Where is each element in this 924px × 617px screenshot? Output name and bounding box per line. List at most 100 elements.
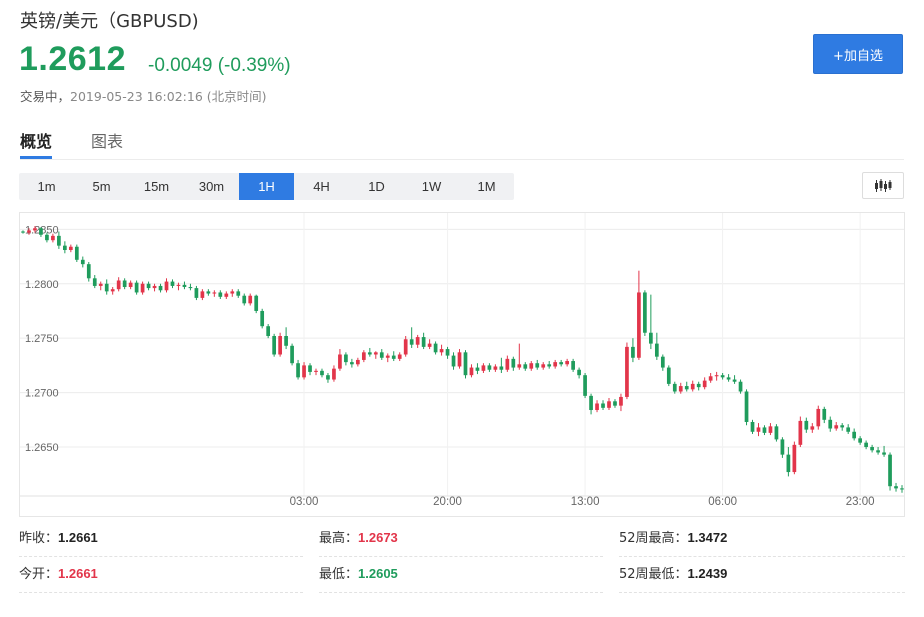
candle-body — [128, 282, 133, 288]
stat-open: 今开：1.2661 — [19, 563, 303, 593]
price-change: -0.0049 (-0.39%) — [148, 55, 291, 76]
current-price: 1.2612 — [19, 40, 126, 78]
candle-body — [882, 452, 886, 455]
candle-body — [248, 295, 253, 304]
candle-body — [158, 285, 163, 291]
candle-body — [607, 401, 611, 408]
candle-body — [726, 377, 731, 380]
y-tick-label: 1.2650 — [25, 442, 59, 454]
candlestick-chart: 1.28501.28001.27501.27001.265003:0020:00… — [20, 213, 904, 508]
candle-body — [33, 228, 37, 231]
candle-body — [182, 284, 187, 288]
stat-high: 最高：1.2673 — [319, 527, 603, 557]
candle-body — [625, 346, 629, 397]
candle-body — [397, 354, 402, 359]
candle-body — [80, 259, 85, 265]
x-tick-label: 23:00 — [846, 496, 875, 508]
period-15m[interactable]: 15m — [129, 173, 184, 200]
candle-body — [553, 362, 558, 367]
low-label: 最低： — [319, 567, 359, 582]
candle-body — [45, 234, 49, 241]
candle-body — [104, 283, 109, 292]
add-watchlist-button[interactable]: +加自选 — [813, 34, 903, 74]
candle-body — [206, 291, 211, 294]
candle-body — [750, 421, 755, 432]
candle-body — [780, 439, 785, 455]
candle-body — [379, 352, 384, 358]
candle-body — [308, 365, 312, 372]
candle-body — [720, 375, 725, 378]
candle-body — [672, 383, 677, 392]
x-tick-label: 03:00 — [290, 496, 319, 508]
candle-body — [68, 246, 73, 251]
high-value: 1.2673 — [358, 530, 398, 545]
candle-body — [427, 343, 432, 347]
candle-body — [439, 349, 444, 353]
candle-body — [547, 364, 552, 367]
candle-body — [732, 379, 737, 382]
active-tab-indicator — [20, 156, 52, 159]
candle-body — [236, 291, 241, 296]
x-tick-label: 06:00 — [708, 496, 737, 508]
x-tick-label: 20:00 — [433, 496, 462, 508]
candle-body — [338, 354, 342, 369]
candle-body — [152, 285, 157, 289]
candle-body — [846, 427, 851, 432]
candle-body — [361, 352, 366, 360]
candle-body — [529, 363, 534, 369]
candle-body — [870, 447, 874, 451]
tab-bar: 概览 图表 — [20, 126, 904, 160]
period-1d[interactable]: 1D — [349, 173, 404, 200]
candle-body — [367, 352, 372, 355]
candle-body — [774, 426, 779, 440]
candle-body — [74, 246, 79, 260]
candle-body — [134, 282, 139, 293]
candle-body — [535, 363, 540, 368]
candle-body — [27, 230, 31, 233]
candle-body — [696, 383, 701, 388]
period-1mo[interactable]: 1M — [459, 173, 514, 200]
period-1h[interactable]: 1H — [239, 173, 294, 200]
low52-value: 1.2439 — [687, 566, 728, 581]
candle-body — [63, 245, 67, 251]
period-1m[interactable]: 1m — [19, 173, 74, 200]
y-tick-label: 1.2700 — [25, 388, 59, 400]
price-chart[interactable]: 1.28501.28001.27501.27001.265003:0020:00… — [19, 212, 905, 517]
candle-body — [92, 278, 97, 286]
candle-body — [421, 337, 426, 347]
period-4h[interactable]: 4H — [294, 173, 349, 200]
period-30m[interactable]: 30m — [184, 173, 239, 200]
period-selector: 1m 5m 15m 30m 1H 4H 1D 1W 1M — [19, 173, 514, 200]
candle-body — [678, 386, 683, 392]
candle-body — [170, 281, 175, 286]
candle-body — [51, 235, 55, 241]
candle-body — [499, 366, 504, 370]
period-1w[interactable]: 1W — [404, 173, 459, 200]
candle-body — [212, 292, 217, 294]
candle-body — [224, 293, 229, 297]
tab-chart[interactable]: 图表 — [91, 128, 123, 152]
candle-body — [284, 335, 288, 346]
candle-body — [834, 425, 839, 429]
candle-body — [894, 486, 898, 489]
candle-body — [290, 345, 294, 364]
candle-body — [122, 280, 127, 288]
candle-body — [601, 403, 605, 408]
chart-type-button[interactable] — [862, 172, 904, 199]
candle-body — [320, 370, 324, 376]
low52-label: 52周最低： — [619, 567, 688, 582]
tab-overview[interactable]: 概览 — [20, 128, 52, 152]
candle-body — [804, 420, 809, 430]
candle-body — [110, 289, 115, 292]
open-value: 1.2661 — [58, 566, 98, 581]
candle-body — [314, 370, 318, 372]
candle-body — [840, 425, 845, 428]
stat-52w-high: 52周最高：1.3472 — [619, 527, 905, 557]
open-label: 今开： — [19, 567, 59, 582]
period-5m[interactable]: 5m — [74, 173, 129, 200]
candle-body — [738, 381, 743, 392]
candle-body — [146, 283, 151, 289]
candle-body — [523, 364, 528, 369]
candle-body — [852, 431, 857, 439]
candle-body — [254, 295, 259, 311]
